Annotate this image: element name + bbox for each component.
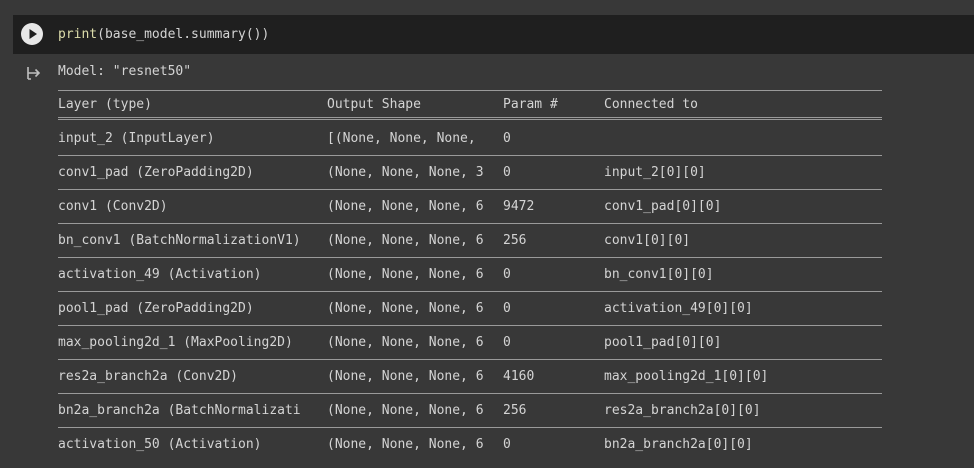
- table-row: res2a_branch2a (Conv2D) (None, None, Non…: [58, 368, 882, 385]
- output-shape-cell: (None, None, None, 6: [327, 403, 484, 418]
- header-param-count: Param #: [503, 97, 558, 112]
- code-cell[interactable]: print(base_model.summary()): [13, 15, 974, 54]
- connected-cell: res2a_branch2a[0][0]: [604, 403, 761, 418]
- param-cell: 0: [503, 437, 511, 452]
- table-row: conv1 (Conv2D) (None, None, None, 6 9472…: [58, 198, 882, 215]
- table-row: pool1_pad (ZeroPadding2D) (None, None, N…: [58, 300, 882, 317]
- row-separator: [58, 325, 882, 326]
- param-cell: 0: [503, 301, 511, 316]
- output-shape-cell: [(None, None, None,: [327, 131, 476, 146]
- param-cell: 9472: [503, 199, 535, 214]
- table-row: activation_49 (Activation) (None, None, …: [58, 266, 882, 283]
- param-cell: 0: [503, 267, 511, 282]
- code-arguments: (base_model.summary()): [97, 27, 270, 42]
- connected-cell: conv1[0][0]: [604, 233, 691, 248]
- output-shape-cell: (None, None, None, 6: [327, 369, 484, 384]
- param-cell: 0: [503, 131, 511, 146]
- output-shape-cell: (None, None, None, 6: [327, 267, 484, 282]
- row-separator: [58, 291, 882, 292]
- row-separator: [58, 257, 882, 258]
- header-double-rule: [58, 117, 882, 120]
- row-separator: [58, 189, 882, 190]
- table-row: bn_conv1 (BatchNormalizationV1) (None, N…: [58, 232, 882, 249]
- output-shape-cell: (None, None, None, 6: [327, 301, 484, 316]
- layer-cell: input_2 (InputLayer): [58, 131, 215, 146]
- output-shape-cell: (None, None, None, 6: [327, 335, 484, 350]
- header-output-shape: Output Shape: [327, 97, 421, 112]
- layer-cell: res2a_branch2a (Conv2D): [58, 369, 239, 384]
- connected-cell: max_pooling2d_1[0][0]: [604, 369, 769, 384]
- connected-cell: input_2[0][0]: [604, 165, 706, 180]
- code-editor[interactable]: print(base_model.summary()): [58, 26, 269, 43]
- run-cell-button[interactable]: [21, 23, 43, 45]
- param-cell: 256: [503, 233, 527, 248]
- table-row: conv1_pad (ZeroPadding2D) (None, None, N…: [58, 164, 882, 181]
- table-row: max_pooling2d_1 (MaxPooling2D) (None, No…: [58, 334, 882, 351]
- layer-cell: bn2a_branch2a (BatchNormalizati: [58, 403, 301, 418]
- param-cell: 4160: [503, 369, 535, 384]
- param-cell: 256: [503, 403, 527, 418]
- param-cell: 0: [503, 335, 511, 350]
- output-arrow-icon[interactable]: [25, 64, 43, 82]
- connected-cell: activation_49[0][0]: [604, 301, 753, 316]
- row-separator: [58, 155, 882, 156]
- table-header-row: Layer (type) Output Shape Param # Connec…: [58, 96, 882, 113]
- output-shape-cell: (None, None, None, 3: [327, 165, 484, 180]
- output-shape-cell: (None, None, None, 6: [327, 199, 484, 214]
- layer-cell: conv1_pad (ZeroPadding2D): [58, 165, 254, 180]
- model-name-line: Model: "resnet50": [58, 64, 192, 79]
- header-connected-to: Connected to: [604, 97, 698, 112]
- layer-cell: activation_49 (Activation): [58, 267, 262, 282]
- layer-cell: max_pooling2d_1 (MaxPooling2D): [58, 335, 293, 350]
- row-separator: [58, 359, 882, 360]
- table-row: bn2a_branch2a (BatchNormalizati (None, N…: [58, 402, 882, 419]
- row-separator: [58, 427, 882, 428]
- row-separator: [58, 393, 882, 394]
- connected-cell: pool1_pad[0][0]: [604, 335, 722, 350]
- top-rule: [58, 90, 882, 91]
- play-icon: [29, 29, 37, 39]
- layer-cell: pool1_pad (ZeroPadding2D): [58, 301, 254, 316]
- table-row: input_2 (InputLayer) [(None, None, None,…: [58, 130, 882, 147]
- row-separator: [58, 223, 882, 224]
- connected-cell: bn_conv1[0][0]: [604, 267, 714, 282]
- layer-cell: activation_50 (Activation): [58, 437, 262, 452]
- code-function: print: [58, 27, 98, 42]
- notebook-page: print(base_model.summary()) Model: "resn…: [0, 0, 974, 468]
- param-cell: 0: [503, 165, 511, 180]
- connected-cell: bn2a_branch2a[0][0]: [604, 437, 753, 452]
- layer-cell: conv1 (Conv2D): [58, 199, 168, 214]
- connected-cell: conv1_pad[0][0]: [604, 199, 722, 214]
- header-layer-type: Layer (type): [58, 97, 152, 112]
- table-row: activation_50 (Activation) (None, None, …: [58, 436, 882, 453]
- output-shape-cell: (None, None, None, 6: [327, 437, 484, 452]
- output-shape-cell: (None, None, None, 6: [327, 233, 484, 248]
- layer-cell: bn_conv1 (BatchNormalizationV1): [58, 233, 301, 248]
